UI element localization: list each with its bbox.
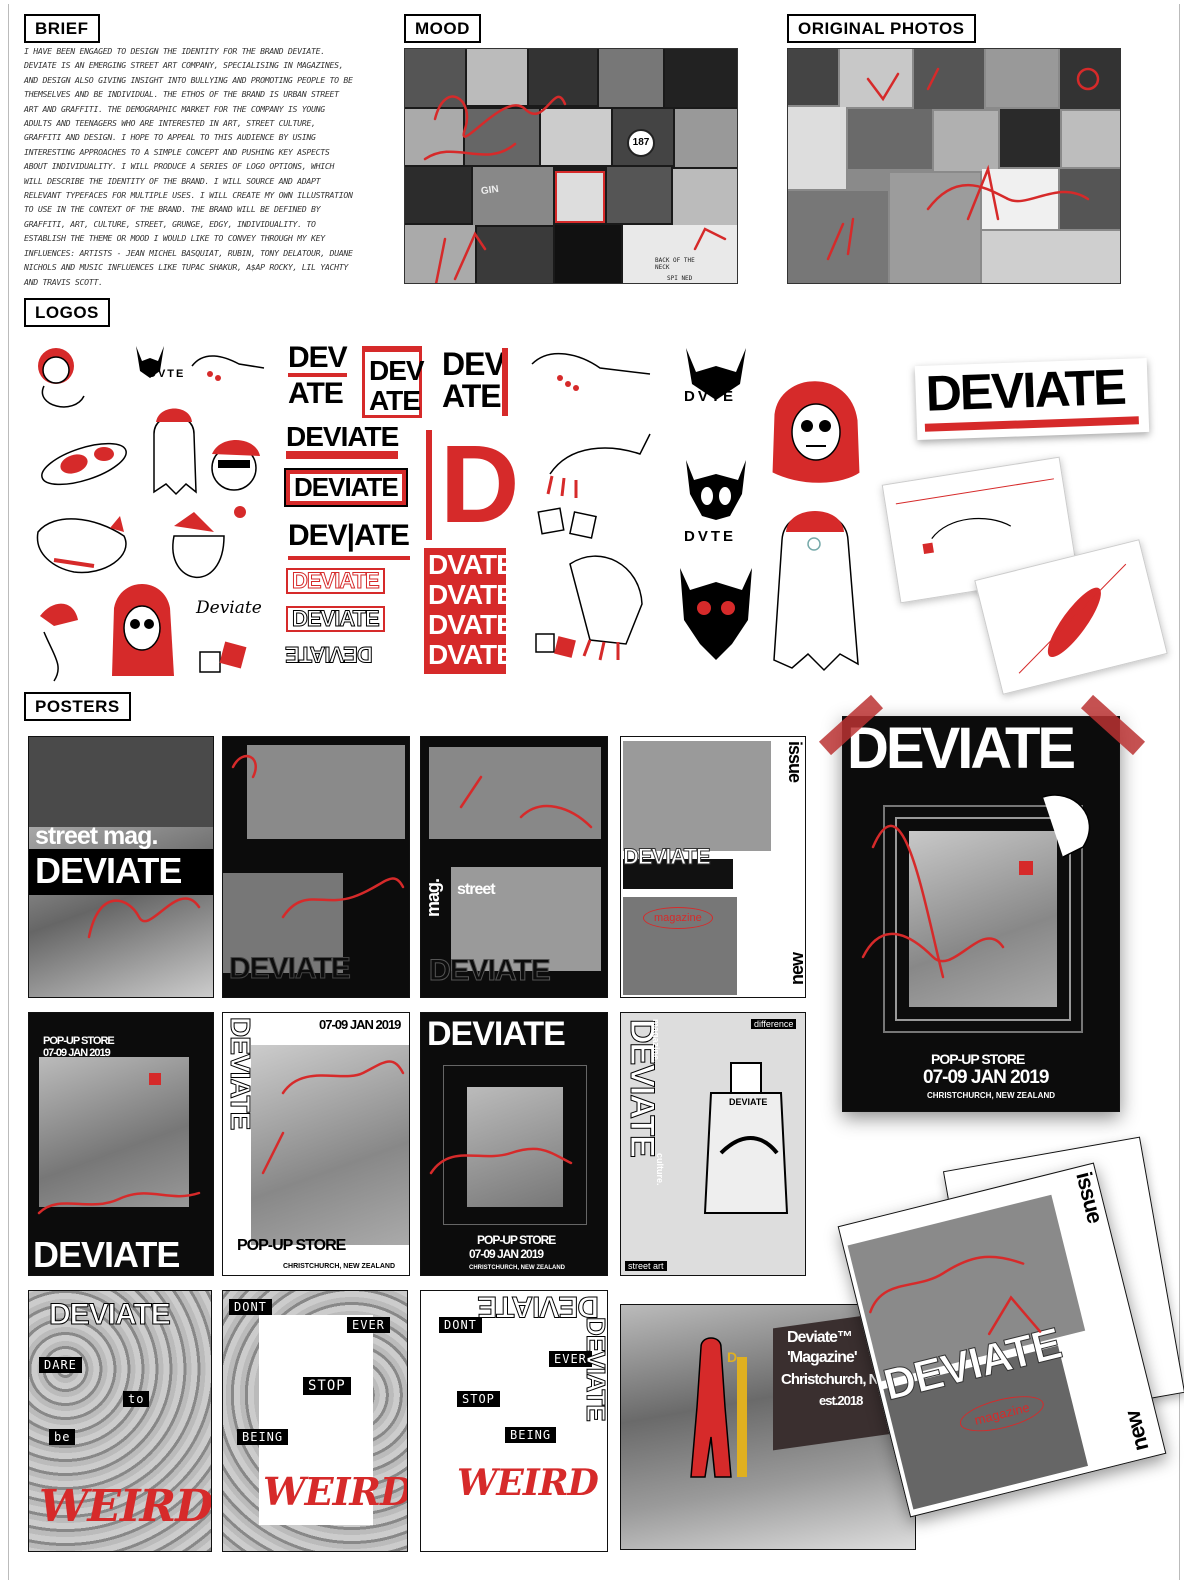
- poster11-weird: WEIRD: [457, 1462, 599, 1504]
- logos-heading: LOGOS: [24, 298, 110, 327]
- deviate-outline-2: DEVIATE: [286, 606, 385, 632]
- dvate-2: DVATE: [428, 579, 515, 610]
- ate-word-boxed: ATE: [369, 385, 421, 416]
- ate-word-bar: ATE: [442, 378, 502, 414]
- dev-ate-split-wordmark: DEV|ATE: [288, 519, 410, 552]
- poster10-weird: WEIRD: [263, 1469, 408, 1514]
- poster11-stop: STOP: [457, 1391, 500, 1407]
- brief-body: I have been engaged to design the identi…: [24, 46, 353, 287]
- mood-heading: MOOD: [404, 14, 481, 43]
- script-logo: Deviate: [196, 598, 262, 618]
- poster-popup-hand: POP-UP STORE 07-09 JAN 2019 DEVIATE: [28, 1012, 214, 1276]
- poster11-being: BEING: [505, 1427, 557, 1443]
- dvte-mark-2: DVTE: [684, 528, 737, 545]
- billboard-line2: 'Magazine': [787, 1349, 858, 1366]
- billboard-line1: Deviate™: [787, 1329, 853, 1346]
- dvate-3: DVATE: [428, 609, 515, 640]
- original-photos-heading: ORIGINAL PHOTOS: [787, 14, 976, 43]
- dvate-stack: DVATE DVATE DVATE DVATE: [424, 548, 515, 674]
- d-letter: D: [440, 423, 519, 546]
- character-illustrations: [36, 346, 265, 682]
- poster10-dont: DONT: [229, 1299, 272, 1315]
- poster-deviate-frame: DEVIATE: [222, 736, 410, 998]
- poster8-street-art: street art: [625, 1261, 667, 1271]
- dvate-4: DVATE: [428, 639, 515, 670]
- poster11-dont: DONT: [439, 1317, 482, 1333]
- dvte-mark-1: DVTE: [684, 388, 737, 405]
- poster8-difference: difference: [751, 1019, 797, 1029]
- hero-poster: DEVIATE POP-UP STORE 07-09 JAN 2019 CHRI…: [842, 716, 1120, 1112]
- poster9-to: to: [123, 1391, 150, 1407]
- brief-heading: BRIEF: [24, 14, 100, 43]
- hero-dates: 07-09 JAN 2019: [923, 1067, 1049, 1088]
- split-rule: [288, 556, 410, 560]
- poster10-being: BEING: [237, 1429, 289, 1445]
- poster10-stop: STOP: [303, 1377, 351, 1395]
- poster9-dare: DARE: [39, 1357, 82, 1373]
- dev-ate-bar: DEV ATE: [442, 346, 512, 418]
- posters-heading: POSTERS: [24, 692, 131, 721]
- dev-ate-boxed: DEV ATE: [362, 346, 425, 418]
- poster-spraycan: DEVIATE magazine. culture. difference DE…: [620, 1012, 806, 1276]
- sticker-word: DEVIATE: [924, 358, 1126, 422]
- hand-illustrations: [531, 352, 651, 661]
- hero-popup: POP-UP STORE: [931, 1051, 1025, 1067]
- poster-street-mag: street mag. DEVIATE: [28, 736, 214, 998]
- deviate-wordmark-underline: DEVIATE: [286, 422, 399, 460]
- dvate-1: DVATE: [428, 549, 515, 580]
- poster9-be: be: [49, 1429, 76, 1445]
- poster4-title: DEVIATE: [623, 844, 712, 869]
- poster4-new: new: [787, 952, 806, 985]
- poster8-can-label: DEVIATE: [729, 1097, 768, 1107]
- poster-issue-new: issue DEVIATE magazine new: [620, 736, 806, 998]
- poster-mag-street: mag. street DEVIATE: [420, 736, 608, 998]
- poster10-ever: EVER: [347, 1317, 390, 1333]
- poster4-magazine: magazine: [643, 907, 713, 929]
- poster-deviate-border: DEVIATE DONT EVER STOP BEING WEIRD DEVIA…: [420, 1290, 608, 1552]
- sticker-illustrations: [767, 376, 865, 672]
- billboard-line3: Christchurch, NZ: [781, 1371, 888, 1388]
- poster11-top-title: DEVIATE: [478, 1290, 600, 1324]
- dev-word-bar: DEV: [442, 346, 506, 382]
- dvte-mark-small: DVTE: [148, 368, 186, 380]
- dev-word-boxed: DEV: [369, 355, 425, 386]
- poster8-culture: culture.: [655, 1153, 665, 1186]
- poster8-magazine: magazine.: [651, 1019, 661, 1063]
- ate-word: ATE: [288, 377, 344, 410]
- deviate-wordmark-boxed: DEVIATE: [284, 467, 408, 508]
- poster11-side-title: DEVIATE: [581, 1317, 608, 1422]
- deviate-sticker: DEVIATE: [914, 357, 1150, 441]
- d-monogram: D: [426, 430, 519, 540]
- poster4-issue: issue: [785, 741, 805, 783]
- poster-deviate-popup: DEVIATE POP-UP STORE 07-09 JAN 2019 CHRI…: [420, 1012, 608, 1276]
- poster9-title: DEVIATE: [49, 1298, 172, 1331]
- dev-word: DEV: [288, 343, 348, 377]
- photos-graffiti-overlay: [826, 67, 1100, 261]
- mood-graffiti-overlay: [423, 95, 727, 283]
- poster-dont-ever-stop: DONT EVER STOP BEING WEIRD: [222, 1290, 408, 1552]
- devil-sign-letter: D: [727, 1349, 737, 1365]
- billboard-line4: est.2018: [819, 1393, 863, 1408]
- poster9-weird: WEIRD: [39, 1481, 212, 1532]
- poster-dare-to-be-weird: DEVIATE DARE to be WEIRD: [28, 1290, 212, 1552]
- poster-popup-vertical: 07-09 JAN 2019 DEVIATE POP-UP STORE CHRI…: [222, 1012, 410, 1276]
- hero-location: CHRISTCHURCH, NEW ZEALAND: [927, 1091, 1055, 1100]
- original-photos-collage: [787, 48, 1121, 284]
- deviate-outline-1: DEVIATE: [286, 568, 385, 594]
- deviate-outline-flipped: DEVIATE: [286, 641, 374, 667]
- mood-collage: 187 BACK OF THE NECK SPI NED GIN: [404, 48, 738, 284]
